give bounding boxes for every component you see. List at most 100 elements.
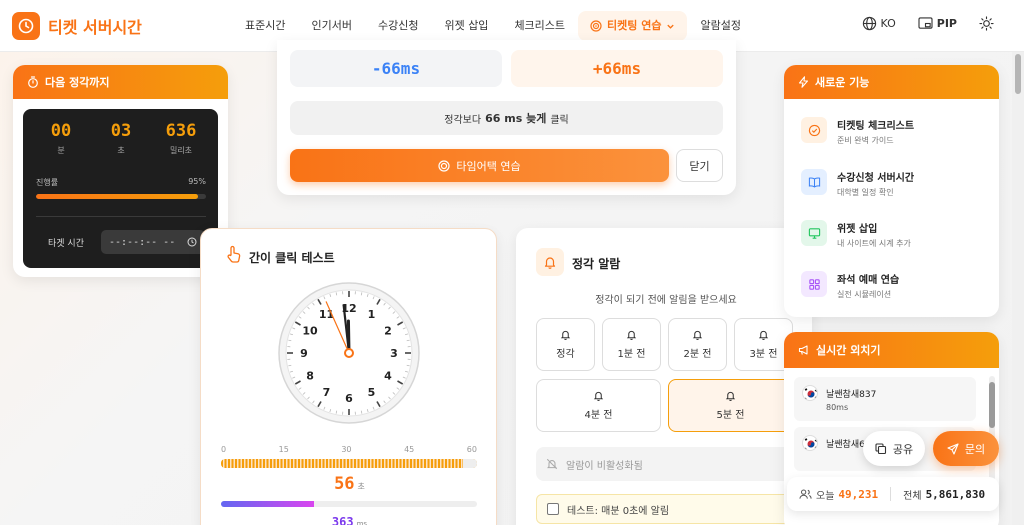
seconds-progress-bar [221, 459, 477, 468]
alarm-option-label: 4분 전 [584, 410, 613, 421]
nav-item-popular-servers[interactable]: 인기서버 [298, 11, 364, 41]
stats-divider [890, 487, 892, 501]
alarm-disabled-text: 알람이 비활성화됨 [566, 460, 643, 472]
list-item[interactable]: 날쌘참새837 80ms [794, 377, 976, 421]
feature-seat-booking-practice[interactable]: 좌석 예매 연습 실전 시뮬레이션 [801, 271, 899, 300]
click-result: 정각보다 66 ms 늦게 클릭 [290, 101, 723, 135]
alarm-title: 정각 알람 [572, 257, 621, 271]
close-button[interactable]: 닫기 [676, 149, 723, 182]
live-list-scrollbar[interactable] [989, 376, 995, 488]
result-suffix: 클릭 [550, 114, 569, 126]
alarm-option-label: 1분 전 [617, 349, 646, 360]
alarm-option-label: 3분 전 [749, 349, 778, 360]
clock-number: 8 [306, 370, 314, 383]
clock-number: 5 [368, 386, 376, 399]
nav-item-course-registration[interactable]: 수강신청 [365, 11, 431, 41]
theme-toggle[interactable] [979, 16, 994, 31]
brand[interactable]: 티켓 서버시간 [12, 12, 142, 40]
shout-ms: 80ms [826, 403, 849, 412]
progress-row: 진행률 95% [36, 177, 206, 188]
clock-number: 2 [384, 325, 392, 338]
alarm-option-2min[interactable]: 2분 전 [668, 318, 727, 371]
divider [36, 216, 206, 217]
stopwatch-icon [28, 76, 38, 88]
feature-subtitle: 준비 완벽 가이드 [837, 136, 894, 145]
result-value: 66 ms 늦게 [485, 112, 547, 125]
bell-icon [593, 391, 604, 401]
feature-course-server-time[interactable]: 수강신청 서버시간 대학별 일정 확인 [801, 169, 914, 198]
seconds-readout-unit: 초 [357, 482, 365, 491]
target-time-placeholder: --:--:-- -- [109, 236, 176, 248]
feature-ticketing-checklist[interactable]: 티켓팅 체크리스트 준비 완벽 가이드 [801, 117, 914, 146]
page-scrollbar[interactable] [1012, 52, 1024, 525]
hand-pointer-icon [227, 245, 241, 263]
live-header: 실시간 외치기 [784, 332, 999, 368]
feature-title: 수강신청 서버시간 [837, 173, 915, 184]
share-button[interactable]: 공유 [863, 431, 925, 466]
clock-number: 4 [384, 370, 392, 383]
time-attack-practice-label: 타임어택 연습 [456, 159, 521, 173]
shout-user-name: 날쌘참새837 [826, 390, 877, 400]
scale-tick: 15 [278, 445, 289, 454]
nav-menu: 표준시간 인기서버 수강신청 위젯 삽입 체크리스트 티켓팅 연습 알람설정 [232, 11, 754, 41]
timing-practice-panel: -66ms +66ms 정각보다 66 ms 늦게 클릭 타임어택 연습 닫기 [277, 40, 736, 195]
alarm-option-on-hour[interactable]: 정각 [536, 318, 595, 371]
clock-number: 9 [300, 347, 308, 360]
clock-number: 1 [368, 308, 376, 321]
page-scrollbar-thumb[interactable] [1015, 54, 1021, 94]
test-checkbox[interactable] [547, 503, 559, 515]
scale-tick: 45 [404, 445, 415, 454]
clock-number: 7 [323, 386, 331, 399]
nav-item-ticketing-practice-label: 티켓팅 연습 [607, 19, 662, 32]
target-icon [438, 159, 450, 172]
shout-user-name: 날쌘참새6 [826, 440, 865, 450]
ms-readout-unit: ms [356, 520, 368, 525]
nav-item-alarm-settings[interactable]: 알람설정 [687, 11, 753, 41]
alarm-option-label: 정각 [556, 349, 575, 360]
alarm-option-1min[interactable]: 1분 전 [602, 318, 661, 371]
bell-icon [692, 330, 703, 340]
countdown-display: 00 분 03 초 636 밀리초 진행률 95% 타겟 시간 --:--:--… [23, 109, 218, 268]
scale-tick: 60 [466, 445, 477, 454]
result-prefix: 정각보다 [444, 114, 482, 126]
time-attack-practice-button[interactable]: 타임어택 연습 [290, 149, 669, 182]
users-icon [799, 489, 812, 499]
ms-progress-fill [221, 501, 314, 507]
minutes-label: 분 [57, 146, 65, 155]
next-hour-countdown-panel: 다음 정각까지 00 분 03 초 636 밀리초 진행률 95% 타겟 시간 … [13, 65, 228, 277]
close-button-label: 닫기 [689, 159, 710, 173]
target-time-input[interactable]: --:--:-- -- [101, 230, 205, 254]
chevron-down-icon [667, 24, 675, 29]
early-offset-value: -66ms [371, 59, 421, 78]
scale-tick: 30 [341, 445, 352, 454]
minutes-value: 00 [50, 121, 72, 141]
alarm-test-label: 테스트: 매분 0초에 알림 [567, 505, 670, 517]
countdown-minutes: 00 분 [36, 121, 86, 156]
alarm-option-5min[interactable]: 5분 전 [668, 379, 793, 432]
check-circle-icon [801, 117, 827, 143]
lightning-icon [798, 76, 809, 88]
grid-icon [801, 271, 827, 297]
globe-icon [862, 16, 876, 31]
progress-fill [36, 194, 198, 199]
inquiry-button[interactable]: 문의 [933, 431, 999, 466]
nav-item-standard-time[interactable]: 표준시간 [232, 11, 298, 41]
total-count: 5,861,830 [925, 487, 986, 501]
seconds-value: 03 [110, 121, 132, 141]
clock-number: 3 [390, 347, 398, 360]
analog-clock[interactable]: 12 1234567891011 [277, 281, 421, 425]
nav-item-ticketing-practice[interactable]: 티켓팅 연습 [578, 11, 688, 41]
bell-icon [560, 330, 571, 340]
send-icon [947, 442, 959, 455]
sun-icon [979, 16, 994, 31]
korea-flag-icon [802, 385, 818, 401]
nav-item-checklist[interactable]: 체크리스트 [501, 11, 578, 41]
pip-button[interactable]: PIP [918, 17, 957, 30]
nav-item-widget[interactable]: 위젯 삽입 [431, 11, 501, 41]
feature-widget-embed[interactable]: 위젯 삽입 내 사이트에 시계 추가 [801, 220, 911, 249]
clock-icon [187, 237, 197, 247]
bell-icon [626, 330, 637, 340]
alarm-option-4min[interactable]: 4분 전 [536, 379, 661, 432]
language-selector[interactable]: KO [862, 16, 896, 31]
clock-number: 6 [345, 392, 353, 405]
